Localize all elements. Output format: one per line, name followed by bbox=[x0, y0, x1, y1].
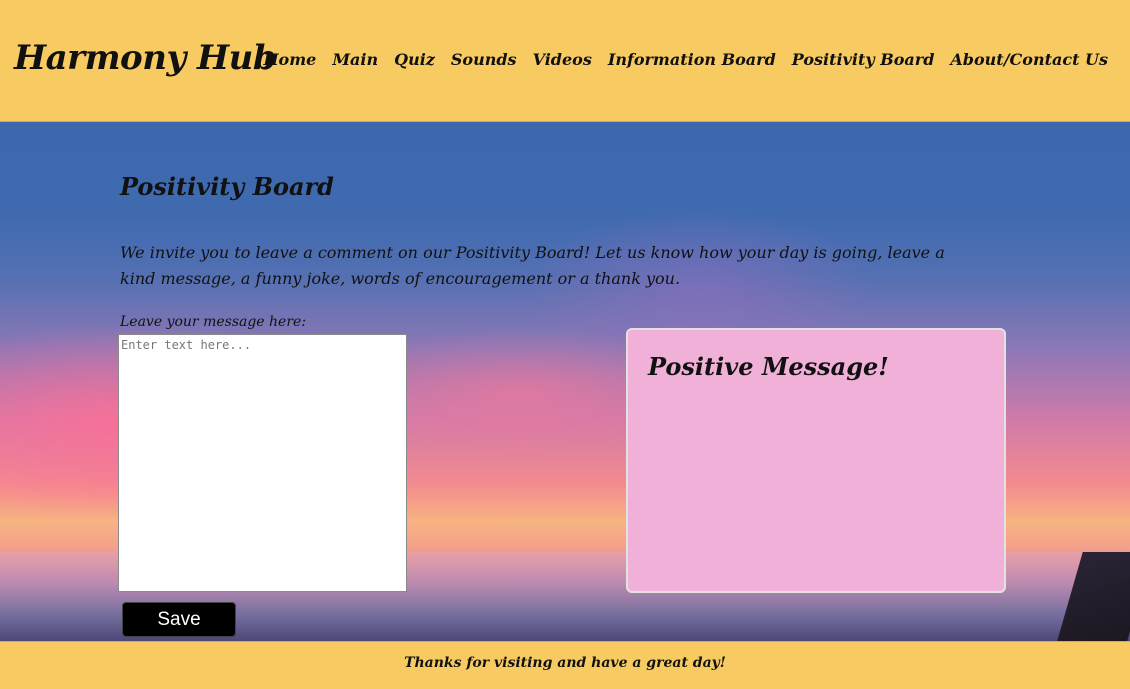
message-input[interactable] bbox=[118, 334, 407, 592]
save-button[interactable]: Save bbox=[122, 602, 236, 637]
brand-logo[interactable]: Harmony Hub bbox=[14, 38, 277, 78]
nav-sounds[interactable]: Sounds bbox=[451, 50, 517, 69]
footer-text: Thanks for visiting and have a great day… bbox=[404, 655, 726, 671]
nav-main[interactable]: Main bbox=[332, 50, 378, 69]
nav-home[interactable]: Home bbox=[263, 50, 316, 69]
nav-videos[interactable]: Videos bbox=[533, 50, 592, 69]
nav-quiz[interactable]: Quiz bbox=[394, 50, 435, 69]
nav-information-board[interactable]: Information Board bbox=[608, 50, 776, 69]
positive-message-title: Positive Message! bbox=[648, 352, 889, 381]
nav-about-contact[interactable]: About/Contact Us bbox=[950, 50, 1108, 69]
page-title: Positivity Board bbox=[120, 172, 334, 201]
positive-message-card: Positive Message! bbox=[626, 328, 1006, 593]
message-label: Leave your message here: bbox=[120, 314, 307, 330]
site-footer: Thanks for visiting and have a great day… bbox=[0, 641, 1130, 689]
intro-text: We invite you to leave a comment on our … bbox=[120, 243, 945, 288]
main-nav: Home Main Quiz Sounds Videos Information… bbox=[263, 50, 1108, 69]
nav-positivity-board[interactable]: Positivity Board bbox=[792, 50, 935, 69]
site-header: Harmony Hub Home Main Quiz Sounds Videos… bbox=[0, 0, 1130, 122]
